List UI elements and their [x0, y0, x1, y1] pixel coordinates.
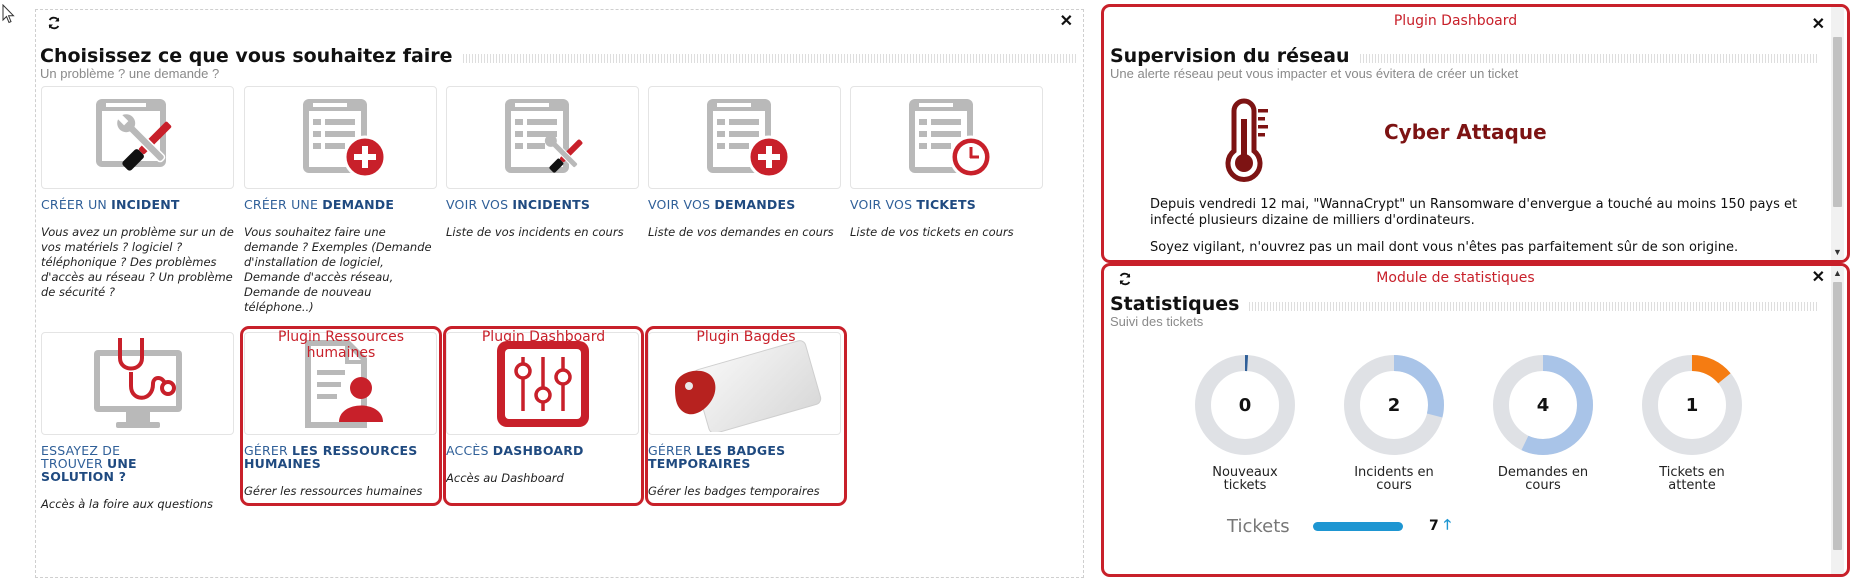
view-requests-icon	[706, 98, 790, 178]
view-requests-tile-image[interactable]	[648, 86, 841, 189]
alert-paragraph: Depuis vendredi 12 mai, "WannaCrypt" un …	[1150, 197, 1798, 228]
donut-label-line: Incidents en	[1354, 465, 1434, 480]
donut-chart: 4	[1493, 355, 1593, 455]
network-panel-subtitle: Une alerte réseau peut vous impacter et …	[1110, 66, 1519, 81]
donut-label: Demandes en cours	[1488, 466, 1598, 493]
donut-label-line: cours	[1525, 478, 1561, 494]
statistics-subtitle: Suivi des tickets	[1110, 314, 1204, 329]
alert-message: Depuis vendredi 12 mai, "WannaCrypt" un …	[1150, 197, 1830, 260]
close-icon[interactable]: ✕	[1812, 270, 1825, 286]
tickets-sparkline	[1313, 521, 1403, 531]
page-subtitle: Un problème ? une demande ?	[40, 66, 220, 81]
service-catalog-panel: ✕ Choisissez ce que vous souhaitez faire…	[35, 9, 1084, 578]
title-divider	[1359, 53, 1817, 63]
view-incidents-tile-image[interactable]	[446, 86, 639, 189]
tile-view-incidents-description: Liste de vos incidents en cours	[446, 225, 624, 240]
tickets-summary-label: Tickets	[1227, 515, 1290, 537]
scrollbar-thumb[interactable]	[1833, 282, 1842, 550]
title-divider	[462, 53, 1078, 63]
alert-paragraph: Soyez vigilant, n'ouvrez pas un mail don…	[1150, 240, 1739, 256]
scroll-down-icon[interactable]: ▼	[1831, 247, 1844, 258]
donut-value: 2	[1388, 395, 1401, 416]
network-panel-title: Supervision du réseau	[1110, 45, 1350, 67]
view-tickets-icon	[908, 98, 992, 178]
donut-chart: 0	[1195, 355, 1295, 455]
tile-create-request-description: Vous souhaitez faire une demande ? Exemp…	[244, 225, 432, 314]
tickets-total: 7	[1429, 518, 1439, 534]
donut-label-line: Demandes en	[1497, 465, 1589, 480]
donut-label: Nouveaux tickets	[1190, 466, 1300, 493]
donut-value: 0	[1239, 395, 1252, 416]
donut-label-line: tickets	[1223, 478, 1267, 494]
donut-gauge[interactable]: 4 Demandes en cours	[1488, 353, 1598, 493]
tile-create-incident-label[interactable]: Créer un Incident	[41, 198, 235, 211]
faq-tile-image[interactable]	[41, 332, 234, 435]
tile-create-incident-description: Vous avez un problème sur un de vos maté…	[41, 225, 234, 299]
title-divider	[1249, 301, 1817, 311]
tile-view-requests-description: Liste de vos demandes en cours	[648, 225, 834, 240]
view-incidents-icon	[504, 98, 582, 173]
tickets-summary: Tickets 7 🡑	[1227, 514, 1451, 538]
close-icon[interactable]: ✕	[1060, 14, 1073, 30]
donut-gauge[interactable]: 2 Incidents en cours	[1339, 353, 1449, 493]
tile-view-incidents[interactable]: Voir vos Incidents Liste de vos incident…	[446, 86, 640, 240]
stethoscope-monitor-icon	[93, 337, 182, 428]
donut-chart: 1	[1642, 355, 1742, 455]
plugin-label-badges: Plugin Bagdes	[696, 329, 796, 345]
scrollbar[interactable]: ▼	[1831, 7, 1844, 260]
tile-view-incidents-label[interactable]: Voir vos Incidents	[446, 198, 640, 211]
scrollbar-thumb[interactable]	[1833, 37, 1842, 207]
statistics-module-label: Module de statistiques	[1376, 270, 1535, 286]
tile-view-requests[interactable]: Voir vos Demandes Liste de vos demandes …	[648, 86, 842, 240]
donut-value: 1	[1686, 395, 1699, 416]
close-icon[interactable]: ✕	[1812, 17, 1825, 33]
network-supervision-panel: Plugin Dashboard ✕ Supervision du réseau…	[1101, 4, 1850, 263]
donut-chart: 2	[1344, 355, 1444, 455]
create-request-icon	[302, 98, 386, 178]
donut-gauge[interactable]: 0 Nouveaux tickets	[1190, 353, 1300, 493]
mouse-cursor-icon	[2, 4, 15, 24]
donut-gauge[interactable]: 1 Tickets en attente	[1637, 353, 1747, 493]
donut-value: 4	[1537, 395, 1550, 416]
donut-label-line: Tickets en	[1659, 465, 1725, 480]
tile-view-requests-label[interactable]: Voir vos Demandes	[648, 198, 842, 211]
create-request-tile-image[interactable]	[244, 86, 437, 189]
donut-label: Incidents en cours	[1339, 466, 1449, 493]
page-title: Choisissez ce que vous souhaitez faire	[40, 45, 453, 67]
plugin-frame-human-resources: Plugin Ressources humaines	[240, 326, 442, 506]
plugin-label-dashboard: Plugin Dashboard	[481, 329, 606, 345]
up-arrow-icon: 🡑	[1443, 516, 1452, 532]
view-tickets-tile-image[interactable]	[850, 86, 1043, 189]
create-incident-tile-image[interactable]	[41, 86, 234, 189]
statistics-title: Statistiques	[1110, 293, 1240, 315]
scrollbar[interactable]: ▲	[1831, 266, 1844, 574]
donut-label: Tickets en attente	[1637, 466, 1747, 493]
tile-faq[interactable]: Essayez de trouver une solution ? Accès …	[41, 332, 235, 512]
tile-faq-label[interactable]: Essayez de trouver une solution ?	[41, 444, 151, 483]
tile-faq-description: Accès à la foire aux questions	[41, 497, 214, 512]
tile-view-tickets-description: Liste de vos tickets en cours	[850, 225, 1014, 240]
statistics-panel: Module de statistiques ✕ Statistiques Su…	[1101, 263, 1850, 577]
plugin-frame-dashboard: Plugin Dashboard	[443, 326, 644, 506]
thermometer-icon	[1225, 98, 1268, 182]
tile-create-incident[interactable]: Créer un Incident Vous avez un problème …	[41, 86, 235, 300]
alert-title: Cyber Attaque	[1384, 120, 1547, 144]
refresh-icon[interactable]	[47, 16, 61, 32]
tile-create-request[interactable]: Créer une Demande Vous souhaitez faire u…	[244, 86, 438, 315]
plugin-label-human-resources: Plugin Ressources humaines	[277, 329, 405, 361]
plugin-frame-badges: Plugin Bagdes	[645, 326, 847, 506]
tile-view-tickets-label[interactable]: Voir vos Tickets	[850, 198, 1044, 211]
plugin-dashboard-label: Plugin Dashboard	[1393, 13, 1518, 29]
donut-label-line: cours	[1376, 478, 1412, 494]
scroll-up-icon[interactable]: ▲	[1831, 268, 1844, 279]
donut-label-line: attente	[1668, 478, 1716, 494]
donut-label-line: Nouveaux	[1212, 465, 1278, 480]
tile-view-tickets[interactable]: Voir vos Tickets Liste de vos tickets en…	[850, 86, 1044, 240]
tile-create-request-label[interactable]: Créer une Demande	[244, 198, 438, 211]
create-incident-icon	[95, 98, 171, 171]
